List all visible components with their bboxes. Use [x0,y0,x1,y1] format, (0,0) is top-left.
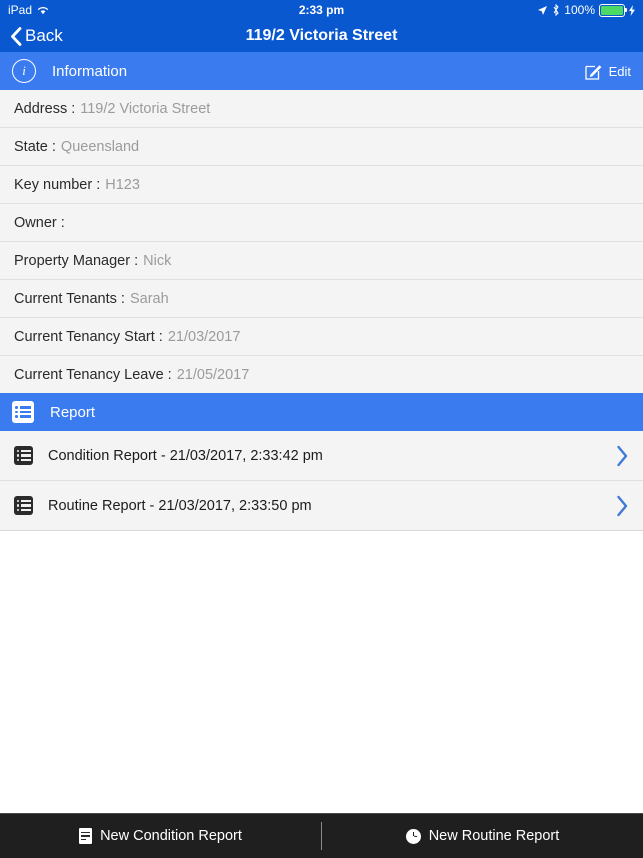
chevron-left-icon [10,26,22,46]
edit-pencil-square-icon [584,62,603,81]
information-section-header: i Information Edit [0,52,643,90]
report-section-title: Report [50,403,96,421]
table-row[interactable]: State : Queensland [0,128,643,166]
information-section-title: Information [52,62,128,80]
info-row-value: 21/05/2017 [176,366,250,383]
new-condition-report-label: New Condition Report [100,828,242,844]
info-row-value: H123 [105,176,140,193]
info-row-label: Property Manager : [14,252,139,269]
document-icon [79,828,93,844]
list-item[interactable]: Routine Report - 21/03/2017, 2:33:50 pm [0,481,643,530]
report-list-icon [14,446,33,465]
info-row-value: Sarah [129,290,169,307]
page-title: 119/2 Victoria Street [245,27,398,44]
list-item[interactable]: Condition Report - 21/03/2017, 2:33:42 p… [0,431,643,481]
info-row-label: Current Tenancy Start : [14,328,163,345]
table-row[interactable]: Key number : H123 [0,166,643,204]
app-screen: iPad 2:33 pm 100% Back 119/2 Victoria St… [0,0,643,858]
table-row[interactable]: Owner : [0,204,643,242]
clock-icon [405,828,421,844]
status-bar-right: 100% [537,3,635,17]
chevron-right-icon[interactable] [616,495,629,517]
info-circle-icon: i [12,59,36,83]
charging-bolt-icon [629,4,635,16]
info-row-label: Key number : [14,176,101,193]
new-routine-report-button[interactable]: New Routine Report [322,814,643,858]
info-row-label: Current Tenancy Leave : [14,366,172,383]
battery-percent-label: 100% [564,3,595,17]
report-section-header: Report [0,393,643,431]
info-row-value: Queensland [60,138,140,155]
back-button-label: Back [25,26,63,45]
information-list: Address : 119/2 Victoria Street State : … [0,90,643,393]
info-row-label: Owner : [14,214,65,231]
table-row[interactable]: Property Manager : Nick [0,242,643,280]
info-row-value: 21/03/2017 [167,328,241,345]
info-row-label: Address : [14,100,76,117]
report-row-label: Routine Report - 21/03/2017, 2:33:50 pm [48,497,312,514]
navigation-bar: Back 119/2 Victoria Street [0,20,643,52]
edit-button[interactable]: Edit [584,62,631,81]
list-icon [12,401,34,423]
table-row[interactable]: Current Tenancy Leave : 21/05/2017 [0,356,643,393]
empty-content-area [0,531,643,813]
status-bar-left: iPad [8,3,49,17]
report-row-label: Condition Report - 21/03/2017, 2:33:42 p… [48,447,323,464]
info-row-value: 119/2 Victoria Street [80,100,211,117]
new-condition-report-button[interactable]: New Condition Report [0,814,321,858]
new-routine-report-label: New Routine Report [428,828,560,844]
location-arrow-icon [537,5,548,16]
info-row-label: State : [14,138,56,155]
table-row[interactable]: Current Tenants : Sarah [0,280,643,318]
table-row[interactable]: Current Tenancy Start : 21/03/2017 [0,318,643,356]
info-row-value: Nick [143,252,172,269]
status-bar: iPad 2:33 pm 100% [0,0,643,20]
table-row[interactable]: Address : 119/2 Victoria Street [0,90,643,128]
battery-icon [599,3,627,17]
device-name-label: iPad [8,3,33,17]
report-list: Condition Report - 21/03/2017, 2:33:42 p… [0,431,643,531]
edit-button-label: Edit [608,63,631,79]
back-button[interactable]: Back [10,26,63,46]
wifi-icon [37,5,49,15]
info-row-label: Current Tenants : [14,290,125,307]
chevron-right-icon[interactable] [616,445,629,467]
bottom-toolbar: New Condition Report New Routine Report [0,813,643,858]
report-list-icon [14,496,33,515]
bluetooth-icon [552,4,560,16]
